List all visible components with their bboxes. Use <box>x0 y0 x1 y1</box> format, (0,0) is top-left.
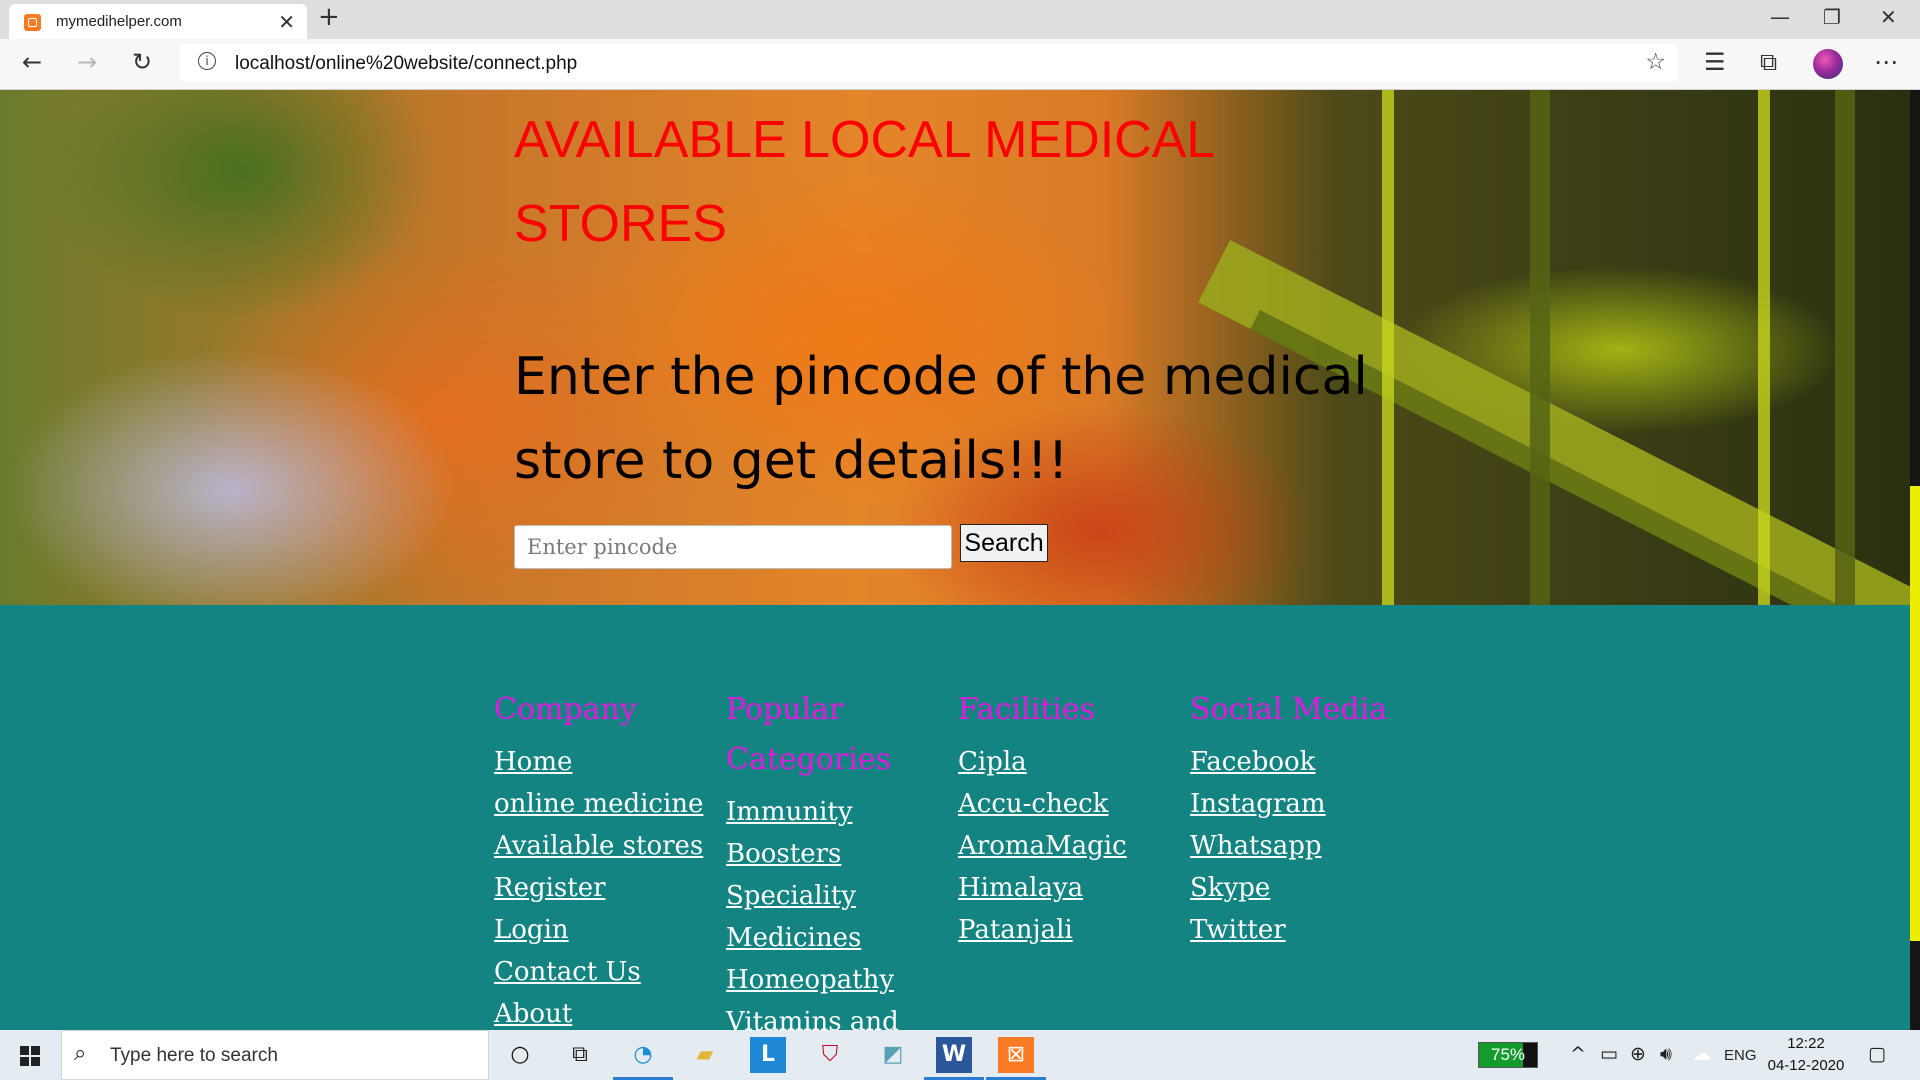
favorites-list-icon[interactable]: ☰ <box>1704 48 1726 76</box>
footer-link-online-medicine[interactable]: online medicine <box>494 783 714 825</box>
site-footer: Company Home online medicine Available s… <box>0 605 1910 1030</box>
more-menu-icon[interactable]: ⋯ <box>1874 48 1898 76</box>
battery-icon[interactable]: ▭ <box>1600 1043 1618 1065</box>
pincode-input[interactable] <box>514 525 952 569</box>
footer-link-contact-us[interactable]: Contact Us <box>494 951 714 993</box>
task-view-icon[interactable]: ⧉ <box>562 1037 598 1073</box>
footer-link-patanjali[interactable]: Patanjali <box>958 909 1178 951</box>
edge-browser-icon[interactable]: ◔ <box>613 1037 673 1080</box>
restore-button[interactable]: ❐ <box>1823 5 1841 29</box>
back-arrow-icon[interactable]: ← <box>22 48 42 76</box>
tab-close-icon[interactable]: ✕ <box>278 10 295 34</box>
footer-link-facebook[interactable]: Facebook <box>1190 741 1410 783</box>
close-window-button[interactable]: ✕ <box>1880 5 1897 29</box>
hero-section: AVAILABLE LOCAL MEDICAL STORES Enter the… <box>0 90 1910 605</box>
footer-link-home[interactable]: Home <box>494 741 714 783</box>
footer-link-homeopathy[interactable]: Homeopathy <box>726 959 926 1001</box>
footer-link-available-stores[interactable]: Available stores <box>494 825 714 867</box>
site-favicon-icon <box>24 14 41 31</box>
footer-link-accu-check[interactable]: Accu-check <box>958 783 1178 825</box>
footer-heading: Company <box>494 692 637 727</box>
pincode-instruction: Enter the pincode of the medical store t… <box>514 347 1368 491</box>
volume-icon[interactable]: 🔊︎ <box>1660 1043 1672 1065</box>
browser-toolbar: ← → ↻ i localhost/online%20website/conne… <box>0 39 1920 90</box>
battery-percent-label: 75% <box>1490 1045 1526 1064</box>
footer-link-twitter[interactable]: Twitter <box>1190 909 1410 951</box>
language-indicator[interactable]: ENG <box>1724 1045 1757 1067</box>
footer-heading: Facilities <box>958 692 1096 727</box>
taskbar-search-placeholder: Type here to search <box>110 1045 278 1066</box>
footer-column-social-media: Social Media Facebook Instagram Whatsapp… <box>1190 685 1410 951</box>
clock-date: 04-12-2020 <box>1767 1057 1845 1074</box>
footer-link-medicines[interactable]: Medicines <box>726 917 926 959</box>
taskbar-search-box[interactable]: ⌕ Type here to search <box>61 1030 489 1080</box>
browser-tab[interactable]: mymedihelper.com ✕ <box>9 4 307 39</box>
footer-heading: Popular Categories <box>726 692 891 777</box>
footer-link-about[interactable]: About <box>494 993 714 1030</box>
search-icon: ⌕ <box>74 1041 87 1066</box>
battery-indicator[interactable]: 75% <box>1478 1042 1538 1068</box>
footer-link-himalaya[interactable]: Himalaya <box>958 867 1178 909</box>
hero-background-post <box>1530 90 1550 605</box>
footer-link-whatsapp[interactable]: Whatsapp <box>1190 825 1410 867</box>
clock-time: 12:22 <box>1787 1035 1825 1052</box>
notepad-icon[interactable]: ◩ <box>875 1037 911 1073</box>
address-url[interactable]: localhost/online%20website/connect.php <box>235 53 577 75</box>
collections-icon[interactable]: ⧉ <box>1760 48 1777 76</box>
page-viewport: AVAILABLE LOCAL MEDICAL STORES Enter the… <box>0 90 1910 1030</box>
word-icon[interactable]: W <box>924 1037 984 1080</box>
windows-taskbar: ⌕ Type here to search ○ ⧉ ◔ ▰ L ⛉ ◩ W ⊠ … <box>0 1030 1920 1080</box>
footer-link-immunity[interactable]: Immunity <box>726 791 926 833</box>
cortana-icon[interactable]: ○ <box>502 1037 538 1073</box>
footer-column-facilities: Facilities Cipla Accu-check AromaMagic H… <box>958 685 1178 951</box>
file-explorer-icon[interactable]: ▰ <box>687 1037 723 1073</box>
network-globe-icon[interactable]: ⊕ <box>1630 1043 1646 1065</box>
footer-link-login[interactable]: Login <box>494 909 714 951</box>
page-title: AVAILABLE LOCAL MEDICAL STORES <box>514 111 1214 253</box>
footer-link-speciality[interactable]: Speciality <box>726 875 926 917</box>
footer-link-skype[interactable]: Skype <box>1190 867 1410 909</box>
browser-tab-bar: mymedihelper.com ✕ + — ❐ ✕ <box>0 0 1920 39</box>
footer-column-popular-categories: Popular Categories Immunity Boosters Spe… <box>726 685 926 1030</box>
new-tab-button[interactable]: + <box>318 2 340 32</box>
onedrive-cloud-icon[interactable]: ☁ <box>1692 1043 1711 1065</box>
profile-avatar[interactable] <box>1813 49 1843 79</box>
address-bar[interactable]: i localhost/online%20website/connect.php… <box>180 44 1678 82</box>
refresh-icon[interactable]: ↻ <box>132 48 152 76</box>
footer-link-aromamagic[interactable]: AromaMagic <box>958 825 1178 867</box>
search-button[interactable]: Search <box>960 524 1048 562</box>
footer-column-company: Company Home online medicine Available s… <box>494 685 714 1030</box>
scrollbar-thumb[interactable] <box>1910 486 1920 941</box>
app-l-icon[interactable]: L <box>750 1037 786 1073</box>
footer-link-register[interactable]: Register <box>494 867 714 909</box>
hero-background-post <box>1382 90 1394 605</box>
footer-link-cipla[interactable]: Cipla <box>958 741 1178 783</box>
hero-background-post <box>1758 90 1770 605</box>
footer-heading: Social Media <box>1190 692 1388 727</box>
minimize-button[interactable]: — <box>1770 5 1790 29</box>
taskbar-clock[interactable]: 12:22 04-12-2020 <box>1766 1033 1846 1077</box>
windows-start-icon[interactable] <box>20 1046 40 1066</box>
footer-link-boosters[interactable]: Boosters <box>726 833 926 875</box>
site-info-icon[interactable]: i <box>198 52 216 70</box>
favorite-star-icon[interactable]: ☆ <box>1645 49 1666 75</box>
tab-title: mymedihelper.com <box>56 13 182 30</box>
show-hidden-icons-icon[interactable]: ^ <box>1570 1043 1586 1065</box>
page-scrollbar[interactable] <box>1910 90 1920 1030</box>
footer-link-vitamins[interactable]: Vitamins and <box>726 1001 926 1030</box>
xampp-icon[interactable]: ⊠ <box>986 1037 1046 1080</box>
mcafee-icon[interactable]: ⛉ <box>812 1037 848 1073</box>
footer-link-instagram[interactable]: Instagram <box>1190 783 1410 825</box>
forward-arrow-icon[interactable]: → <box>77 48 97 76</box>
hero-background-post <box>1835 90 1855 605</box>
notifications-icon[interactable]: ▢ <box>1868 1043 1886 1065</box>
